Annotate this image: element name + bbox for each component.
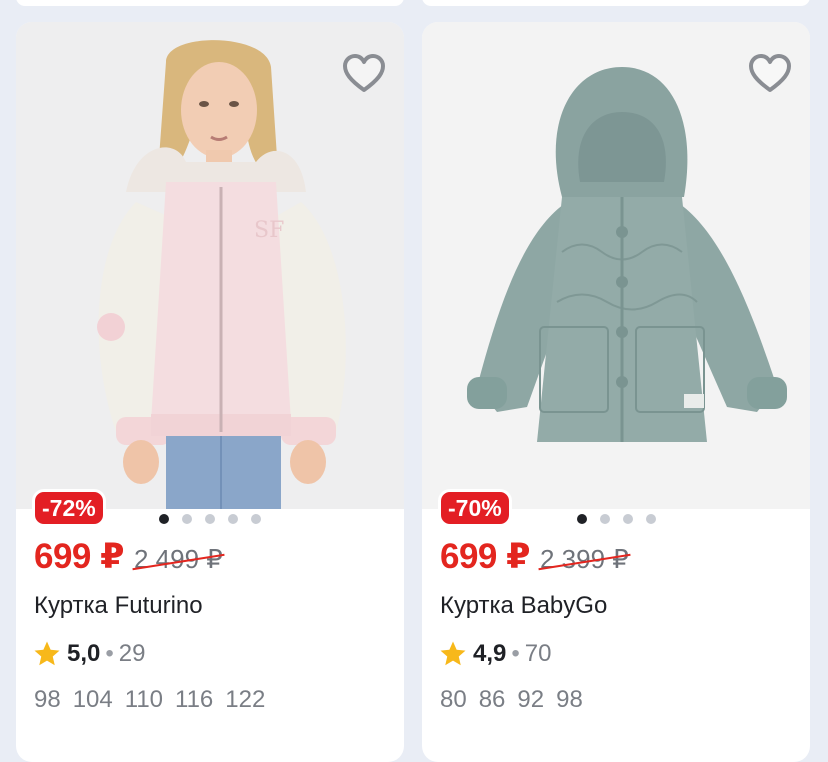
pagination-dot[interactable] <box>599 514 610 524</box>
current-price: 699 ₽ <box>34 537 124 576</box>
star-icon <box>440 641 466 666</box>
favorite-button[interactable] <box>748 54 796 102</box>
size-option: 98 <box>34 686 61 713</box>
favorite-button[interactable] <box>342 54 390 102</box>
rating-value: 5,0 <box>67 640 101 667</box>
product-image[interactable] <box>422 22 810 509</box>
price-row: 699 ₽ 2 499 ₽ <box>34 537 223 577</box>
review-count: 29 <box>118 640 146 667</box>
pagination-dot[interactable] <box>622 514 633 524</box>
current-price: 699 ₽ <box>440 537 530 576</box>
svg-text:SF: SF <box>254 218 284 243</box>
pagination-dot[interactable] <box>159 514 169 524</box>
size-option: 122 <box>225 686 266 713</box>
pagination-dot[interactable] <box>576 514 587 524</box>
product-image[interactable]: SF <box>16 22 404 509</box>
old-price: 2 399 ₽ <box>539 544 629 574</box>
pagination-dot[interactable] <box>205 514 215 524</box>
size-list: 80 86 92 98 <box>440 686 583 714</box>
size-option: 80 <box>440 686 467 713</box>
image-pagination-dots[interactable] <box>422 514 810 524</box>
product-title[interactable]: Куртка BabyGo <box>440 592 607 620</box>
pagination-dot[interactable] <box>228 514 238 524</box>
size-option: 86 <box>478 686 506 713</box>
previous-card-edge <box>16 0 404 6</box>
size-option: 110 <box>124 686 164 713</box>
product-title[interactable]: Куртка Futurino <box>34 592 203 620</box>
pagination-dot[interactable] <box>251 514 261 524</box>
pagination-dot[interactable] <box>645 514 656 524</box>
separator-dot: • <box>511 640 520 667</box>
product-card[interactable]: SF -72% 699 ₽ 2 499 ₽ Куртка Futurino 5,… <box>16 22 404 762</box>
old-price: 2 499 ₽ <box>133 544 223 574</box>
rating-row: 5,0 • 29 <box>32 639 145 669</box>
size-option: 92 <box>517 686 545 713</box>
heart-outline-icon <box>343 54 385 92</box>
separator-dot: • <box>105 640 114 667</box>
pagination-dot[interactable] <box>182 514 192 524</box>
image-pagination-dots[interactable] <box>16 514 404 524</box>
rating-row: 4,9 • 70 <box>438 639 551 669</box>
size-option: 116 <box>175 686 214 713</box>
size-option: 98 <box>556 686 583 713</box>
previous-card-edge <box>422 0 810 6</box>
rating-value: 4,9 <box>473 640 507 667</box>
star-icon <box>34 641 60 666</box>
heart-outline-icon <box>749 54 791 92</box>
size-list: 98 104 110 116 122 <box>34 686 265 714</box>
price-row: 699 ₽ 2 399 ₽ <box>440 537 629 577</box>
size-option: 104 <box>72 686 113 713</box>
product-card[interactable]: -70% 699 ₽ 2 399 ₽ Куртка BabyGo 4,9 • 7… <box>422 22 810 762</box>
review-count: 70 <box>524 640 552 667</box>
